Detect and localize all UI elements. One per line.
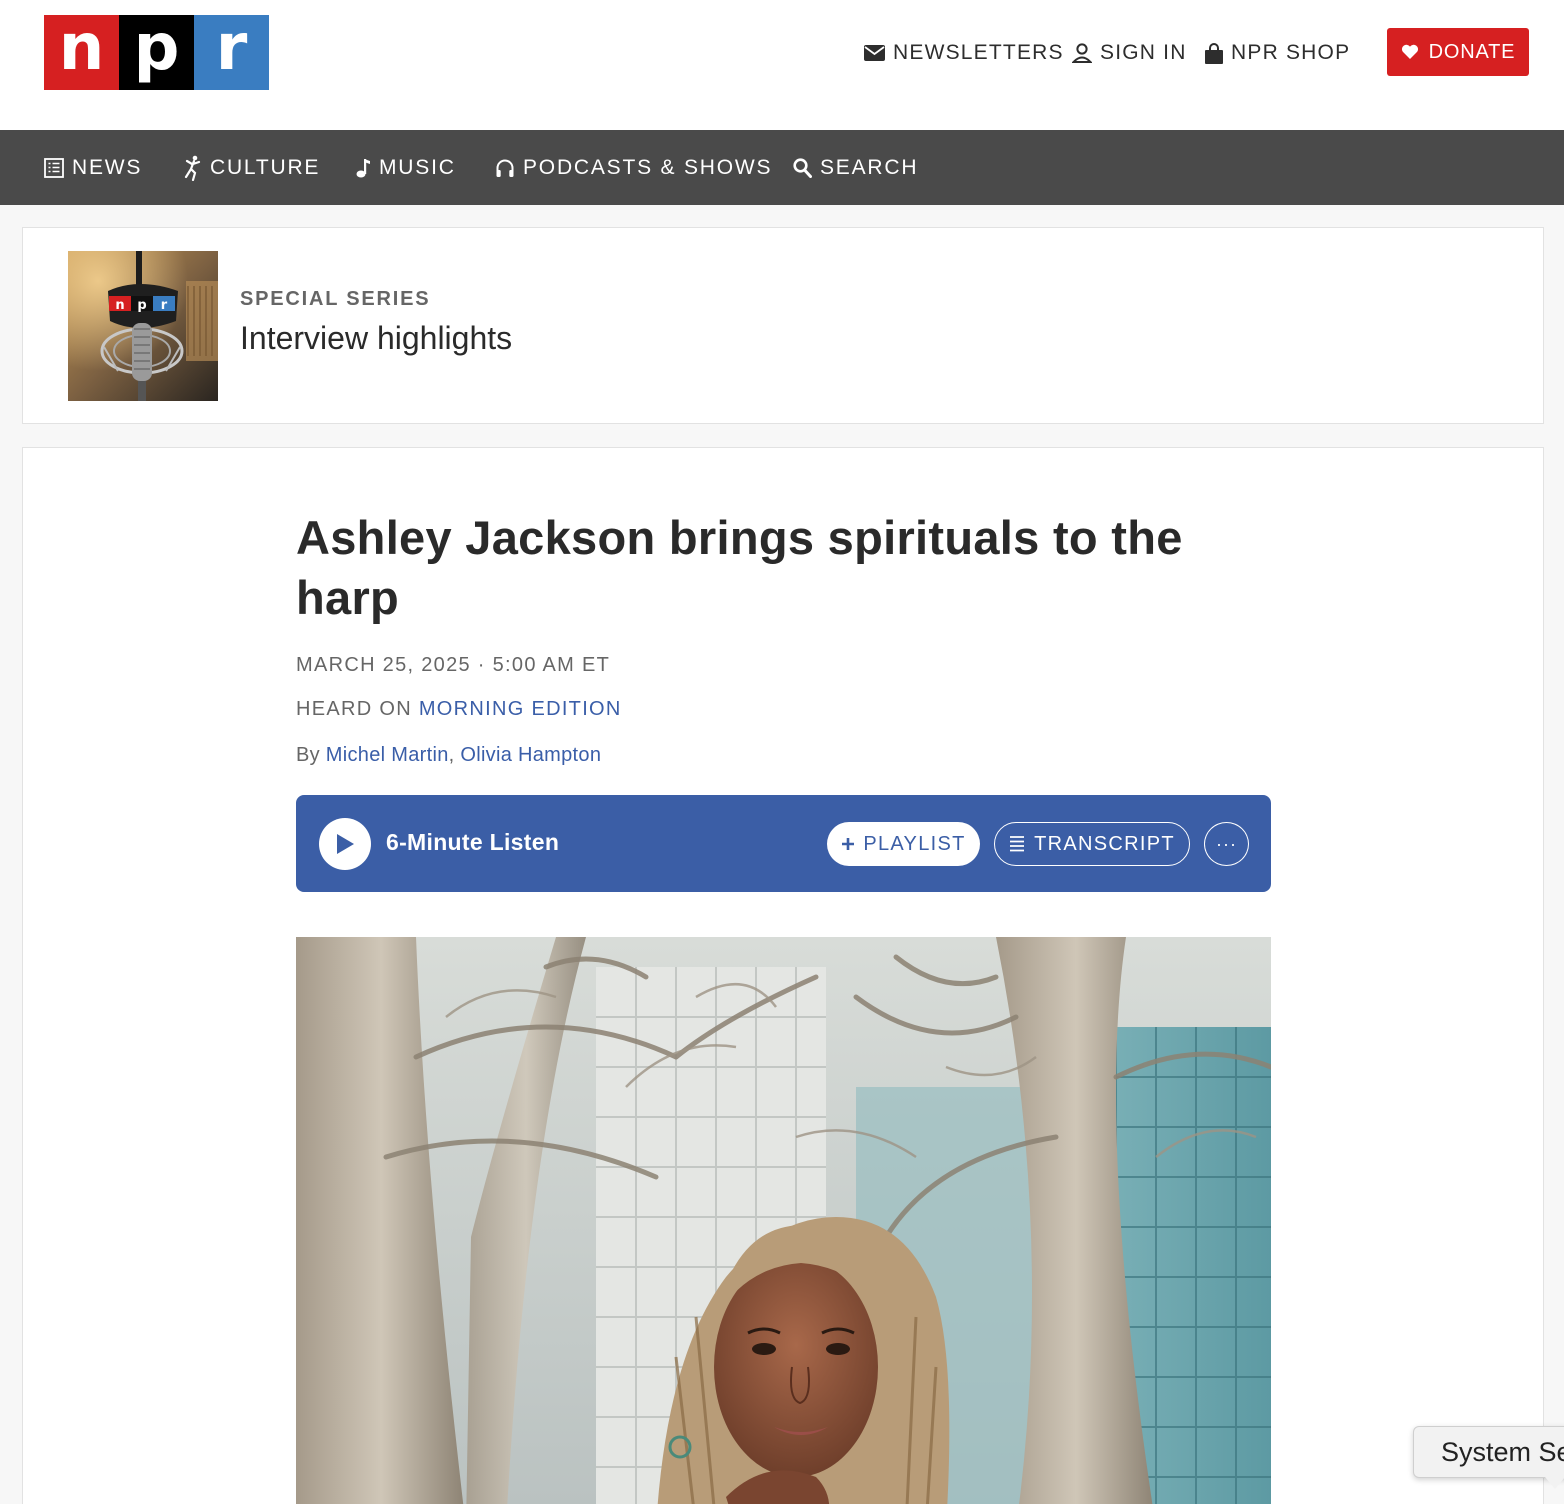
npr-shop-label: NPR SHOP	[1231, 41, 1351, 64]
more-options-button[interactable]: ···	[1204, 822, 1249, 866]
nav-item-label: MUSIC	[379, 155, 456, 179]
sign-in-label: SIGN IN	[1100, 41, 1187, 64]
plus-icon	[842, 838, 855, 850]
play-button[interactable]	[319, 818, 371, 870]
article-dateline: MARCH 25, 2025 · 5:00 AM ET	[296, 654, 611, 676]
author-separator: ,	[448, 744, 461, 766]
special-series-card: n p r SPECIAL SERIES Interview highlight…	[22, 227, 1544, 424]
search-icon	[793, 157, 812, 178]
nav-item-label: CULTURE	[210, 155, 321, 179]
culture-icon	[184, 155, 201, 181]
site-header: n p r NEWSLETTERS SIGN IN NPR SHOP DONAT…	[0, 0, 1564, 130]
author-link[interactable]: Olivia Hampton	[460, 744, 601, 766]
show-link-morning-edition[interactable]: MORNING EDITION	[419, 698, 622, 720]
donate-label: DONATE	[1428, 40, 1516, 63]
nav-item-news[interactable]: NEWS	[44, 130, 142, 205]
series-thumbnail[interactable]: n p r	[68, 251, 218, 401]
transcript-lines-icon	[1010, 836, 1025, 852]
logo-letter-n: n	[44, 15, 119, 90]
article-lead-image	[296, 937, 1271, 1504]
svg-text:r: r	[161, 298, 168, 313]
svg-text:p: p	[137, 298, 146, 313]
nav-item-culture[interactable]: CULTURE	[182, 130, 320, 205]
newsletters-link[interactable]: NEWSLETTERS	[864, 38, 1064, 68]
envelope-icon	[864, 45, 885, 61]
newsletters-label: NEWSLETTERS	[893, 41, 1064, 64]
nav-item-search[interactable]: SEARCH	[793, 130, 918, 205]
byline-prefix: By	[296, 744, 326, 766]
nav-item-label: SEARCH	[820, 155, 919, 179]
music-note-icon	[356, 158, 370, 177]
heard-on: HEARD ON MORNING EDITION	[296, 698, 622, 721]
nav-item-music[interactable]: MUSIC	[355, 130, 456, 205]
heard-on-prefix: HEARD ON	[296, 698, 419, 720]
audio-player: 6-Minute Listen PLAYLIST TRANSCRIPT ···	[296, 795, 1271, 892]
headphones-icon	[496, 159, 514, 177]
article-card: Ashley Jackson brings spirituals to the …	[22, 447, 1544, 1504]
transcript-label: TRANSCRIPT	[1034, 832, 1175, 855]
tooltip: System Se	[1413, 1426, 1564, 1478]
svg-text:n: n	[115, 298, 124, 313]
npr-logo[interactable]: n p r	[44, 15, 269, 90]
series-title-link[interactable]: Interview highlights	[240, 320, 512, 357]
series-eyebrow: SPECIAL SERIES	[240, 288, 431, 310]
byline: By Michel Martin, Olivia Hampton	[296, 744, 601, 767]
donate-button[interactable]: DONATE	[1387, 28, 1529, 76]
listen-duration-label: 6-Minute Listen	[386, 829, 560, 855]
logo-letter-p: p	[119, 15, 194, 90]
nav-item-podcasts-shows[interactable]: PODCASTS & SHOWS	[495, 130, 772, 205]
author-link[interactable]: Michel Martin	[326, 744, 449, 766]
logo-letter-r: r	[194, 15, 269, 90]
tooltip-tail	[1545, 1477, 1564, 1489]
news-icon	[44, 157, 64, 178]
main-nav: NEWS CULTURE MUSIC PODCASTS & SHOWS SEAR…	[0, 130, 1564, 205]
microphone-image: n p r	[68, 251, 218, 401]
playlist-label: PLAYLIST	[863, 832, 966, 855]
npr-shop-link[interactable]: NPR SHOP	[1205, 38, 1350, 68]
heart-icon	[1401, 44, 1418, 59]
user-icon	[1072, 43, 1092, 63]
shopping-bag-icon	[1205, 42, 1223, 64]
nav-item-label: NEWS	[72, 155, 143, 179]
play-icon	[337, 834, 354, 854]
transcript-button[interactable]: TRANSCRIPT	[994, 822, 1190, 866]
sign-in-link[interactable]: SIGN IN	[1072, 38, 1187, 68]
portrait-photo	[296, 937, 1271, 1504]
nav-item-label: PODCASTS & SHOWS	[523, 155, 773, 179]
add-to-playlist-button[interactable]: PLAYLIST	[827, 822, 980, 866]
article-headline: Ashley Jackson brings spirituals to the …	[296, 511, 1183, 624]
